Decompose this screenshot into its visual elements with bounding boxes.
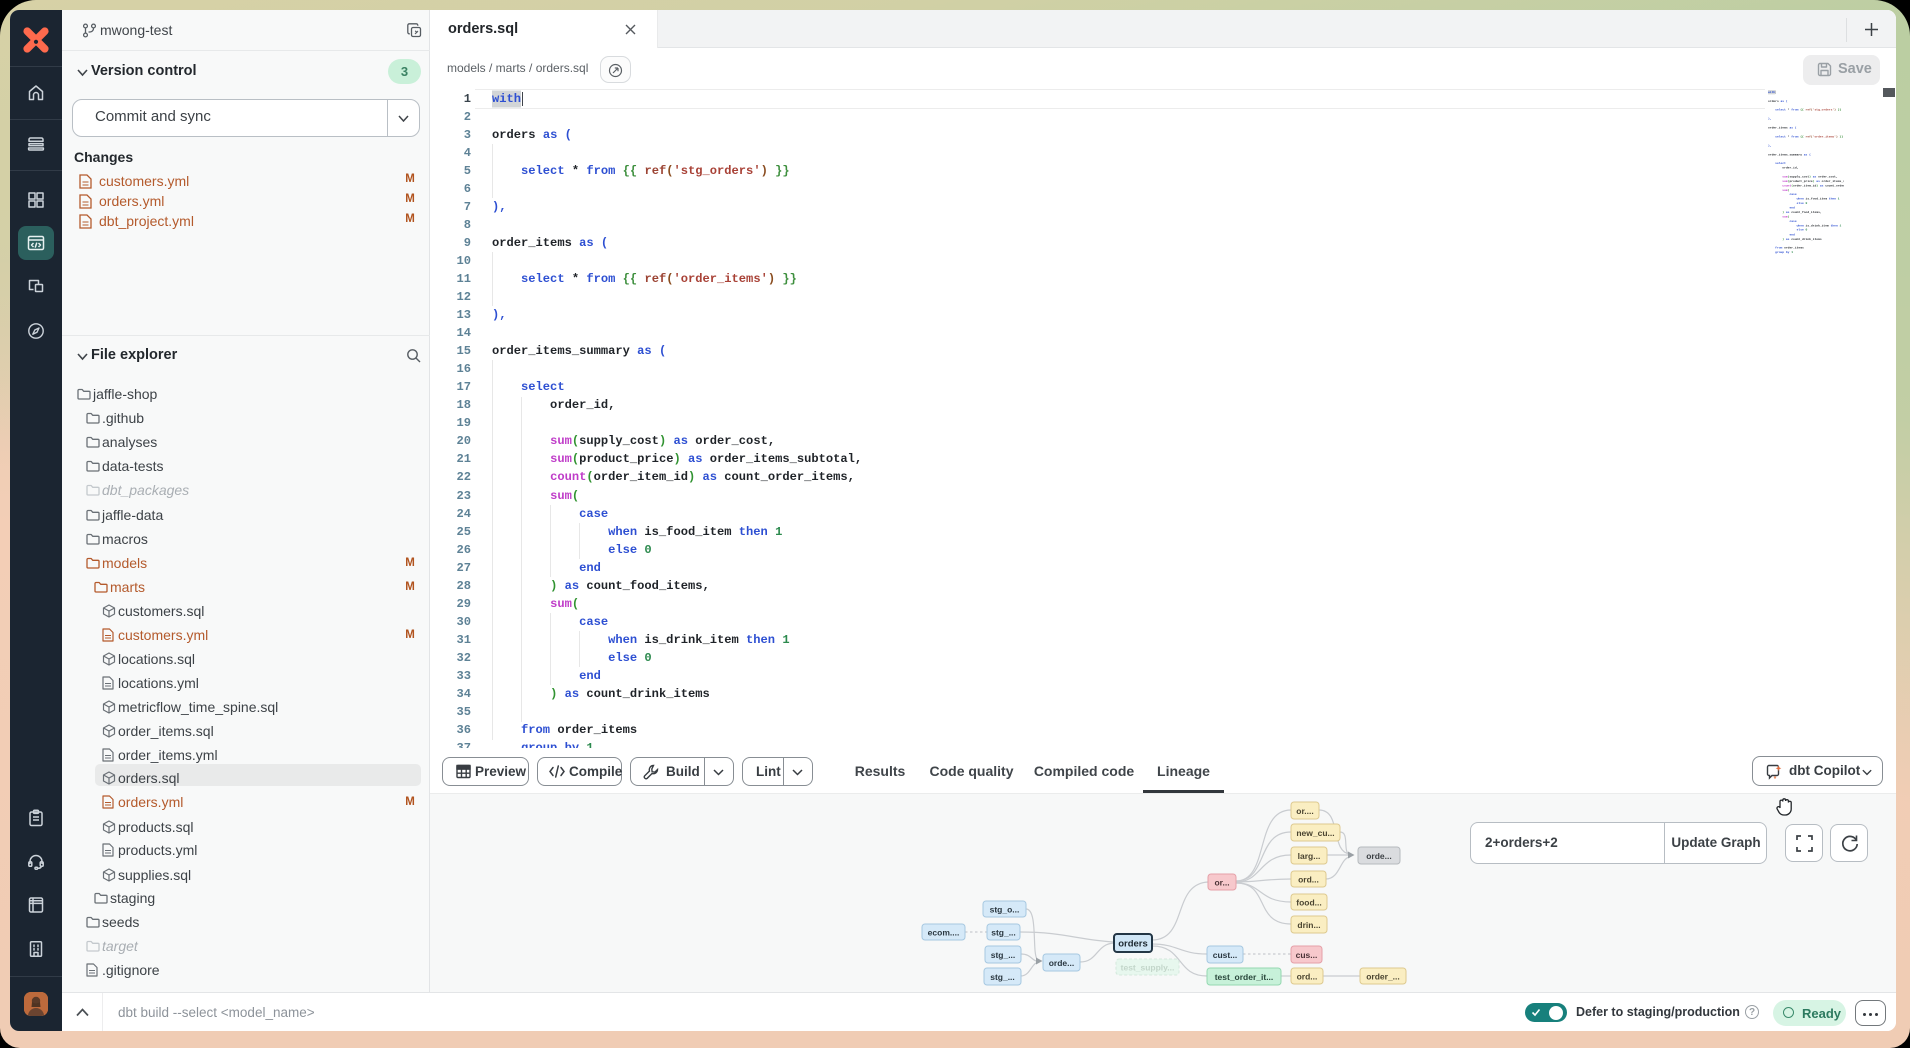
svg-text:food...: food...	[1296, 898, 1322, 908]
svg-text:ecom....: ecom....	[928, 928, 960, 938]
svg-text:test_supply...: test_supply...	[1121, 963, 1175, 973]
svg-text:stg_o...: stg_o...	[990, 905, 1020, 915]
svg-text:or...: or...	[1214, 878, 1229, 888]
svg-text:stg_...: stg_...	[991, 950, 1016, 960]
svg-text:orde...: orde...	[1049, 958, 1075, 968]
svg-text:stg_...: stg_...	[991, 928, 1016, 938]
svg-text:orders: orders	[1118, 939, 1148, 950]
svg-text:cus...: cus...	[1296, 950, 1318, 960]
svg-text:ord...: ord...	[1298, 875, 1319, 885]
svg-text:drin...: drin...	[1297, 920, 1320, 930]
svg-text:or....: or....	[1296, 806, 1313, 816]
svg-text:orde...: orde...	[1366, 851, 1392, 861]
svg-text:new_cu...: new_cu...	[1296, 828, 1334, 838]
svg-text:cust...: cust...	[1213, 950, 1238, 960]
svg-text:ord...: ord...	[1297, 972, 1318, 982]
svg-text:order_...: order_...	[1366, 972, 1400, 982]
svg-text:stg_...: stg_...	[990, 972, 1015, 982]
svg-text:test_order_it...: test_order_it...	[1215, 972, 1274, 982]
svg-text:larg...: larg...	[1298, 851, 1321, 861]
